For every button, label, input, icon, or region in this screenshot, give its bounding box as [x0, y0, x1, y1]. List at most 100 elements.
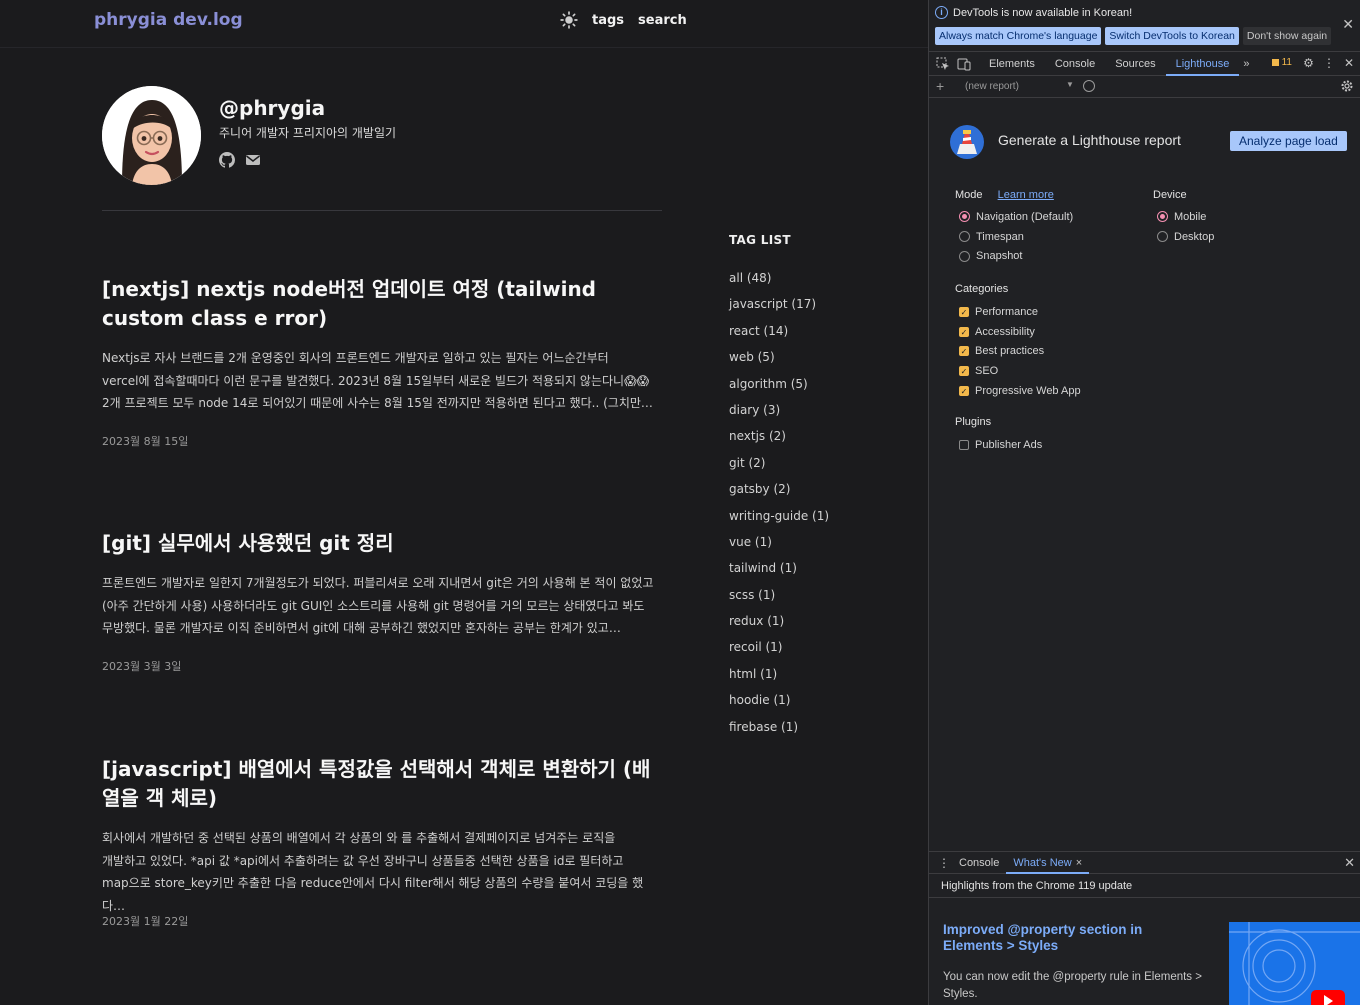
device-toolbar-icon[interactable]: [957, 57, 971, 71]
dont-show-again-button[interactable]: Don't show again: [1242, 27, 1332, 45]
lighthouse-title: Generate a Lighthouse report: [998, 132, 1181, 148]
kebab-menu-icon[interactable]: ⋮: [1323, 56, 1335, 70]
post-title[interactable]: [nextjs] nextjs node버전 업데이트 여정 (tailwind…: [102, 275, 664, 333]
tag-item[interactable]: tailwind (1): [729, 555, 829, 581]
theme-toggle-sun-icon[interactable]: [560, 11, 578, 29]
mode-option-label: Timespan: [976, 230, 1024, 243]
close-devtools-icon[interactable]: ✕: [1344, 56, 1354, 70]
tag-item[interactable]: html (1): [729, 661, 829, 687]
post-excerpt-line: (아주 간단하게 사용) 사용하더라도 git GUI인 소스트리를 사용해 g…: [102, 598, 645, 613]
infobar-close-icon[interactable]: ✕: [1342, 16, 1354, 33]
tag-item[interactable]: hoodie (1): [729, 687, 829, 713]
site-logo[interactable]: phrygia dev.log: [94, 10, 243, 30]
switch-korean-button[interactable]: Switch DevTools to Korean: [1105, 27, 1239, 45]
post-date: 2023월 1월 22일: [102, 915, 189, 928]
tab-lighthouse[interactable]: Lighthouse: [1165, 52, 1240, 76]
settings-gear-icon[interactable]: ⚙: [1303, 56, 1314, 70]
tag-item[interactable]: recoil (1): [729, 634, 829, 660]
mode-option-navigation[interactable]: Navigation (Default): [955, 207, 1073, 227]
radio[interactable]: [1157, 231, 1168, 243]
post-title[interactable]: [git] 실무에서 사용했던 git 정리: [102, 529, 664, 558]
drawer-tab-whats-new[interactable]: What's New ×: [1006, 852, 1090, 874]
checkbox-checked[interactable]: ✓: [959, 365, 969, 376]
post-excerpt-line: 2개 프로젝트 모두 node 14로 되어있기 때문에 사수는 8월 15일 …: [102, 396, 653, 410]
radio[interactable]: [959, 231, 970, 243]
inspect-element-icon[interactable]: [936, 57, 950, 71]
tag-item[interactable]: git (2): [729, 450, 829, 476]
news-item-title[interactable]: Improved @property section in Elements >…: [943, 922, 1183, 954]
checkbox-checked[interactable]: ✓: [959, 326, 969, 337]
post-card[interactable]: [nextjs] nextjs node버전 업데이트 여정 (tailwind…: [102, 275, 664, 448]
github-icon[interactable]: [219, 152, 235, 168]
radio-selected[interactable]: [959, 211, 970, 223]
tag-item[interactable]: nextjs (2): [729, 423, 829, 449]
drawer-tab-console[interactable]: Console: [952, 852, 1006, 874]
nav-search-link[interactable]: search: [638, 13, 687, 28]
issues-badge[interactable]: 11: [1271, 57, 1292, 68]
new-report-plus-icon[interactable]: +: [936, 78, 944, 94]
tag-item[interactable]: writing-guide (1): [729, 503, 829, 529]
match-language-button[interactable]: Always match Chrome's language: [935, 27, 1102, 45]
report-select[interactable]: (new report): [965, 81, 1019, 92]
category-accessibility[interactable]: ✓ Accessibility: [955, 322, 1081, 342]
close-tab-icon[interactable]: ×: [1076, 857, 1082, 869]
close-drawer-icon[interactable]: ✕: [1344, 855, 1355, 871]
tag-item[interactable]: diary (3): [729, 397, 829, 423]
tag-item[interactable]: algorithm (5): [729, 371, 829, 397]
post-excerpt: Nextjs로 자사 브랜드를 2개 운영중인 회사의 프론트엔드 개발자로 일…: [102, 347, 664, 415]
post-excerpt-line: 무방했다. 물론 개발자로 이직 준비하면서 git에 대해 공부하긴 했었지만…: [102, 621, 621, 635]
drawer-tab-label: What's New: [1013, 856, 1072, 869]
post-card[interactable]: [javascript] 배열에서 특정값을 선택해서 객체로 변환하기 (배열…: [102, 755, 664, 928]
checkbox[interactable]: [959, 439, 969, 450]
radio[interactable]: [959, 250, 970, 262]
tag-item[interactable]: scss (1): [729, 582, 829, 608]
mode-option-snapshot[interactable]: Snapshot: [955, 246, 1073, 266]
post-date: 2023월 8월 15일: [102, 435, 189, 448]
drawer-menu-icon[interactable]: ⋮: [938, 856, 952, 870]
category-performance[interactable]: ✓ Performance: [955, 302, 1081, 322]
tag-item[interactable]: web (5): [729, 344, 829, 370]
analyze-page-load-button[interactable]: Analyze page load: [1230, 131, 1347, 151]
tag-item[interactable]: all (48): [729, 265, 829, 291]
tab-sources[interactable]: Sources: [1105, 52, 1165, 76]
news-video-thumbnail[interactable]: [1229, 922, 1360, 1005]
device-option-mobile[interactable]: Mobile: [1153, 207, 1214, 227]
infobar-message: i DevTools is now available in Korean!: [935, 6, 1132, 19]
lighthouse-logo-icon: [950, 125, 984, 159]
learn-more-link[interactable]: Learn more: [998, 189, 1054, 201]
category-label: Best practices: [975, 345, 1045, 358]
tag-item[interactable]: vue (1): [729, 529, 829, 555]
post-title[interactable]: [javascript] 배열에서 특정값을 선택해서 객체로 변환하기 (배열…: [102, 755, 664, 813]
mode-option-timespan[interactable]: Timespan: [955, 227, 1073, 247]
tab-elements[interactable]: Elements: [979, 52, 1045, 76]
mail-icon[interactable]: [245, 152, 261, 168]
plugin-publisher-ads[interactable]: Publisher Ads: [955, 435, 1042, 455]
category-best-practices[interactable]: ✓ Best practices: [955, 341, 1081, 361]
issues-warning-icon: [1271, 59, 1279, 66]
category-pwa[interactable]: ✓ Progressive Web App: [955, 381, 1081, 401]
more-tabs-chevron-icon[interactable]: »: [1239, 52, 1253, 76]
clear-reports-icon[interactable]: [1083, 80, 1095, 92]
tag-item[interactable]: redux (1): [729, 608, 829, 634]
tag-item[interactable]: javascript (17): [729, 291, 829, 317]
checkbox-checked[interactable]: ✓: [959, 306, 969, 317]
lighthouse-header: Generate a Lighthouse report Analyze pag…: [949, 124, 1349, 160]
tag-item[interactable]: gatsby (2): [729, 476, 829, 502]
profile-handle: @phrygia: [219, 96, 326, 120]
chevron-down-icon[interactable]: ▼: [1066, 80, 1074, 89]
tag-item[interactable]: firebase (1): [729, 714, 829, 740]
post-card[interactable]: [git] 실무에서 사용했던 git 정리 프론트엔드 개발자로 일한지 7개…: [102, 529, 664, 673]
checkbox-checked[interactable]: ✓: [959, 385, 969, 396]
plugins-label: Plugins: [955, 416, 992, 428]
post-excerpt-line: 프론트엔드 개발자로 일한지 7개월정도가 되었다. 퍼블리셔로 오래 지내면서…: [102, 576, 654, 590]
plugin-label: Publisher Ads: [975, 438, 1043, 451]
categories-section: Categories ✓ Performance ✓ Accessibility ✓…: [955, 283, 1081, 400]
device-option-desktop[interactable]: Desktop: [1153, 227, 1214, 247]
tag-item[interactable]: react (14): [729, 318, 829, 344]
lighthouse-settings-gear-icon[interactable]: [1340, 79, 1354, 93]
checkbox-checked[interactable]: ✓: [959, 346, 969, 357]
nav-tags-link[interactable]: tags: [592, 13, 624, 28]
radio-selected[interactable]: [1157, 211, 1168, 223]
category-seo[interactable]: ✓ SEO: [955, 361, 1081, 381]
tab-console[interactable]: Console: [1045, 52, 1105, 76]
